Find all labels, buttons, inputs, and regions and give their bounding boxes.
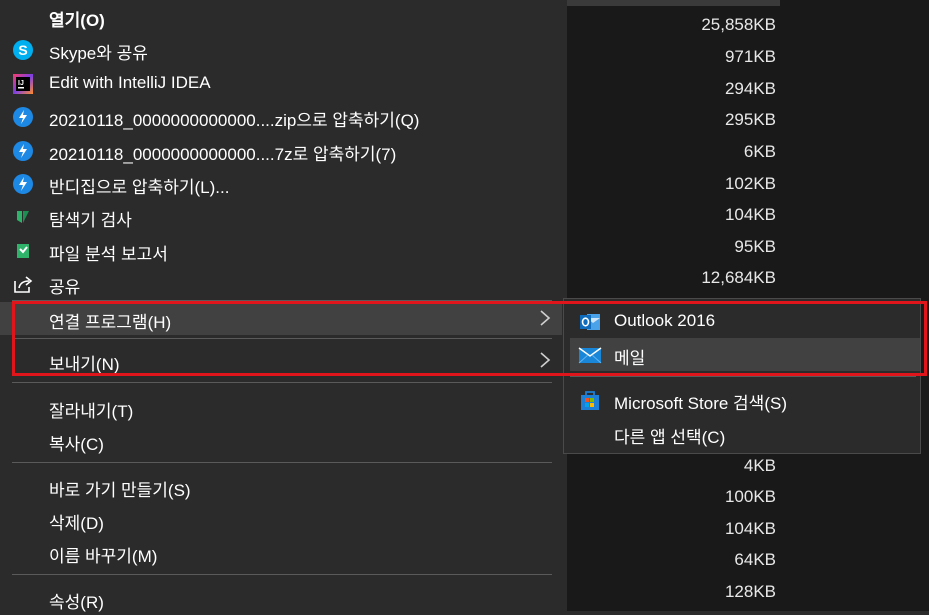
menu-item-label: 이름 바꾸기(M) <box>49 547 158 566</box>
menu-item-open[interactable]: 열기(O) <box>0 0 562 33</box>
menu-divider <box>12 462 552 463</box>
menu-item-explorer-scan[interactable]: 탐색기 검사 <box>0 200 562 233</box>
menu-item-properties[interactable]: 속성(R) <box>0 582 562 615</box>
menu-item-label: 20210118_0000000000000....zip으로 압축하기(Q) <box>49 111 420 130</box>
annotation-highlight-box <box>12 301 927 376</box>
menu-item-create-shortcut[interactable]: 바로 가기 만들기(S) <box>0 470 562 503</box>
menu-item-label: 속성(R) <box>49 593 104 612</box>
file-size: 104KB <box>724 205 776 224</box>
menu-item-rename[interactable]: 이름 바꾸기(M) <box>0 536 562 569</box>
svg-text:S: S <box>18 42 27 58</box>
submenu-item-label: Microsoft Store 검색(S) <box>614 394 787 413</box>
file-size: 100KB <box>724 487 776 506</box>
menu-item-label: 반디집으로 압축하기(L)... <box>49 178 230 197</box>
menu-divider <box>12 382 552 383</box>
menu-item-intellij[interactable]: IJ Edit with IntelliJ IDEA <box>0 67 562 100</box>
menu-item-skype-share[interactable]: S Skype와 공유 <box>0 33 562 66</box>
menu-item-copy[interactable]: 복사(C) <box>0 424 562 457</box>
menu-item-label: 삭제(D) <box>49 514 104 533</box>
submenu-item-store-search[interactable]: Microsoft Store 검색(S) <box>570 383 920 416</box>
menu-item-zip-compress[interactable]: 20210118_0000000000000....zip으로 압축하기(Q) <box>0 100 562 133</box>
file-size: 4KB <box>743 456 776 475</box>
menu-item-label: 열기(O) <box>49 11 105 30</box>
file-size: 25,858KB <box>701 15 776 34</box>
file-size: 128KB <box>724 582 776 601</box>
submenu-divider <box>570 376 916 377</box>
menu-item-label: 20210118_0000000000000....7z로 압축하기(7) <box>49 145 397 164</box>
svg-text:IJ: IJ <box>18 80 24 87</box>
file-size: 6KB <box>743 142 776 161</box>
store-icon <box>578 388 602 412</box>
file-size: 104KB <box>724 519 776 538</box>
menu-item-share[interactable]: 공유 <box>0 267 562 300</box>
submenu-item-label: 다른 앱 선택(C) <box>614 428 726 447</box>
menu-item-label: Skype와 공유 <box>49 44 148 63</box>
selected-row-edge <box>567 0 780 6</box>
file-size: 12,684KB <box>701 268 776 287</box>
menu-item-delete[interactable]: 삭제(D) <box>0 503 562 536</box>
report-icon <box>12 240 34 262</box>
file-size: 102KB <box>724 174 776 193</box>
intellij-icon: IJ <box>12 73 34 95</box>
menu-item-bandizip-compress[interactable]: 반디집으로 압축하기(L)... <box>0 167 562 200</box>
menu-item-label: 파일 분석 보고서 <box>49 245 168 264</box>
bandizip-icon <box>12 140 34 162</box>
menu-item-file-report[interactable]: 파일 분석 보고서 <box>0 234 562 267</box>
bandizip-icon <box>12 173 34 195</box>
menu-item-label: 탐색기 검사 <box>49 211 132 230</box>
skype-icon: S <box>12 39 34 61</box>
file-size: 95KB <box>734 237 776 256</box>
file-size: 295KB <box>724 110 776 129</box>
submenu-item-choose-other-app[interactable]: 다른 앱 선택(C) <box>570 417 920 450</box>
file-size: 294KB <box>724 79 776 98</box>
menu-item-cut[interactable]: 잘라내기(T) <box>0 391 562 424</box>
menu-divider <box>12 574 552 575</box>
menu-item-label: 공유 <box>49 278 81 297</box>
menu-item-label: Edit with IntelliJ IDEA <box>49 73 211 92</box>
menu-item-label: 잘라내기(T) <box>49 402 134 421</box>
menu-item-7z-compress[interactable]: 20210118_0000000000000....7z로 압축하기(7) <box>0 134 562 167</box>
file-size: 971KB <box>724 47 776 66</box>
menu-item-label: 바로 가기 만들기(S) <box>49 481 191 500</box>
file-size: 64KB <box>734 550 776 569</box>
menu-item-label: 복사(C) <box>49 435 104 454</box>
bandizip-icon <box>12 106 34 128</box>
share-icon <box>12 273 34 295</box>
defender-icon <box>12 206 34 228</box>
